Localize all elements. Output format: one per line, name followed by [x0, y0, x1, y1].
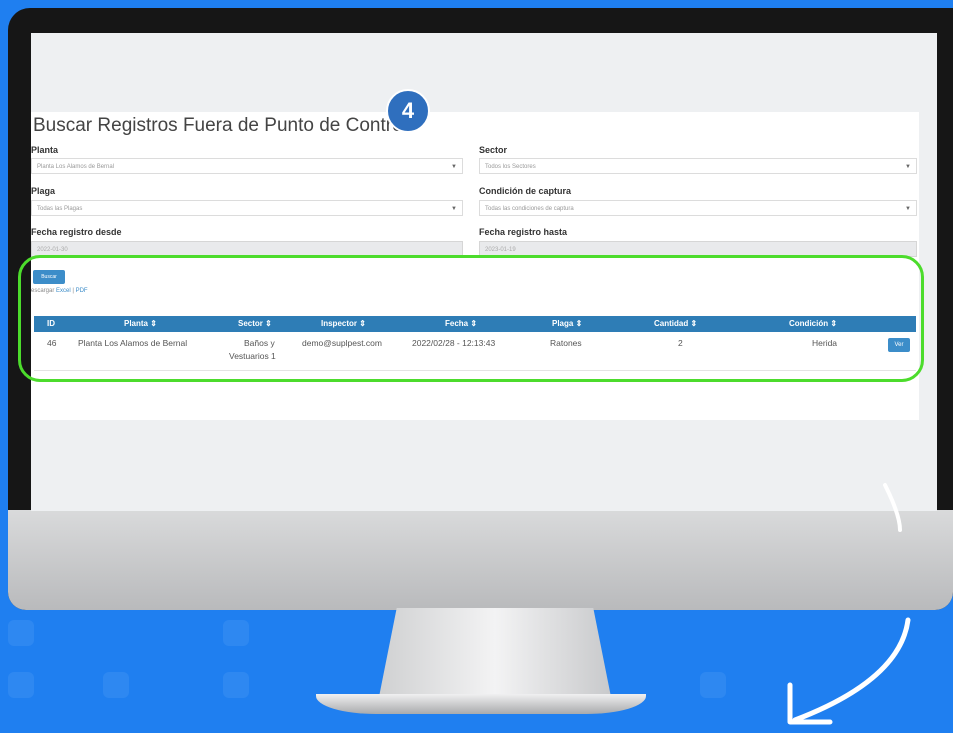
background-square: [700, 672, 726, 698]
curved-arrow-icon: [787, 483, 911, 725]
monitor-stand: [378, 608, 612, 702]
chevron-down-icon: ▼: [905, 164, 911, 170]
plaga-select-value: Todas las Plagas: [37, 206, 83, 212]
planta-select[interactable]: Planta Los Alamos de Bernal ▼: [31, 158, 463, 174]
background-square: [223, 672, 249, 698]
planta-label: Planta: [31, 145, 59, 155]
sector-select[interactable]: Todos los Sectores ▼: [479, 158, 917, 174]
chevron-down-icon: ▼: [451, 164, 457, 170]
sector-label: Sector: [479, 145, 508, 155]
chevron-down-icon: ▼: [905, 206, 911, 212]
sector-select-value: Todos los Sectores: [485, 164, 536, 170]
highlight-outline: [18, 255, 924, 382]
monitor-stand-base: [316, 694, 646, 714]
plaga-label: Plaga: [31, 186, 56, 196]
fecha-desde-label: Fecha registro desde: [31, 227, 122, 237]
planta-select-value: Planta Los Alamos de Bernal: [37, 164, 115, 170]
page-title: Buscar Registros Fuera de Punto de Contr…: [33, 115, 407, 136]
step-badge: 4: [386, 89, 430, 133]
condicion-select[interactable]: Todas las condiciones de captura ▼: [479, 200, 917, 216]
condicion-label: Condición de captura: [479, 186, 572, 196]
background-square: [8, 672, 34, 698]
background-square: [103, 672, 129, 698]
fecha-hasta-label: Fecha registro hasta: [479, 227, 568, 237]
condicion-select-value: Todas las condiciones de captura: [485, 206, 574, 212]
background-square: [8, 620, 34, 646]
background-square: [223, 620, 249, 646]
plaga-select[interactable]: Todas las Plagas ▼: [31, 200, 463, 216]
chevron-down-icon: ▼: [451, 206, 457, 212]
